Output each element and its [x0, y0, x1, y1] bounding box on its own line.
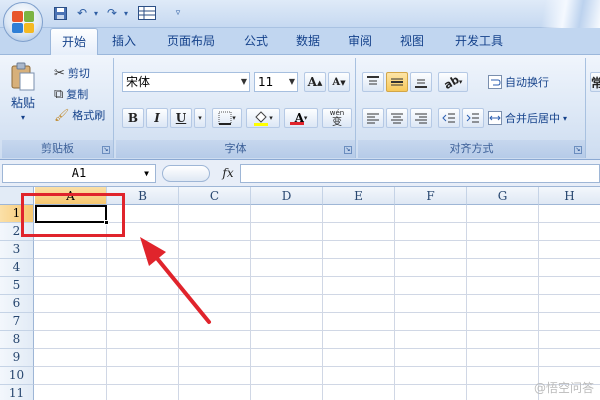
watermark: @悟空问答 — [534, 379, 594, 396]
office-logo-icon — [12, 11, 34, 33]
annotation-arrow — [140, 237, 211, 324]
tab-home[interactable]: 开始 — [50, 28, 98, 55]
excel-window: ↶ ▾ ↷ ▾ ▿ 开始 插入 页面布局 公式 数据 审阅 视图 开发工具 粘贴 — [0, 0, 600, 400]
office-button[interactable] — [3, 2, 43, 42]
watermark-text: @悟空问答 — [533, 381, 594, 395]
